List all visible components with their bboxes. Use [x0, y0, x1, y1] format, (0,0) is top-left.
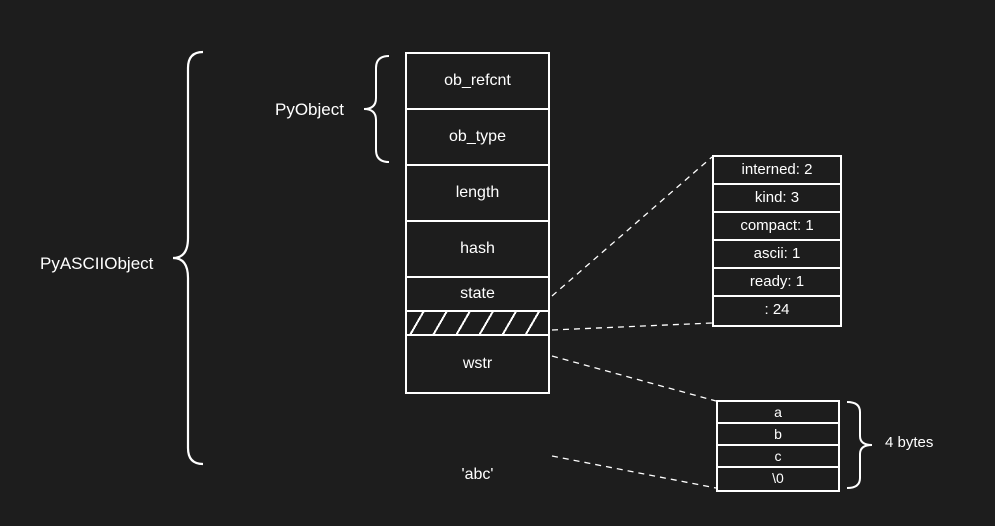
connector-lines-icon — [0, 0, 995, 526]
